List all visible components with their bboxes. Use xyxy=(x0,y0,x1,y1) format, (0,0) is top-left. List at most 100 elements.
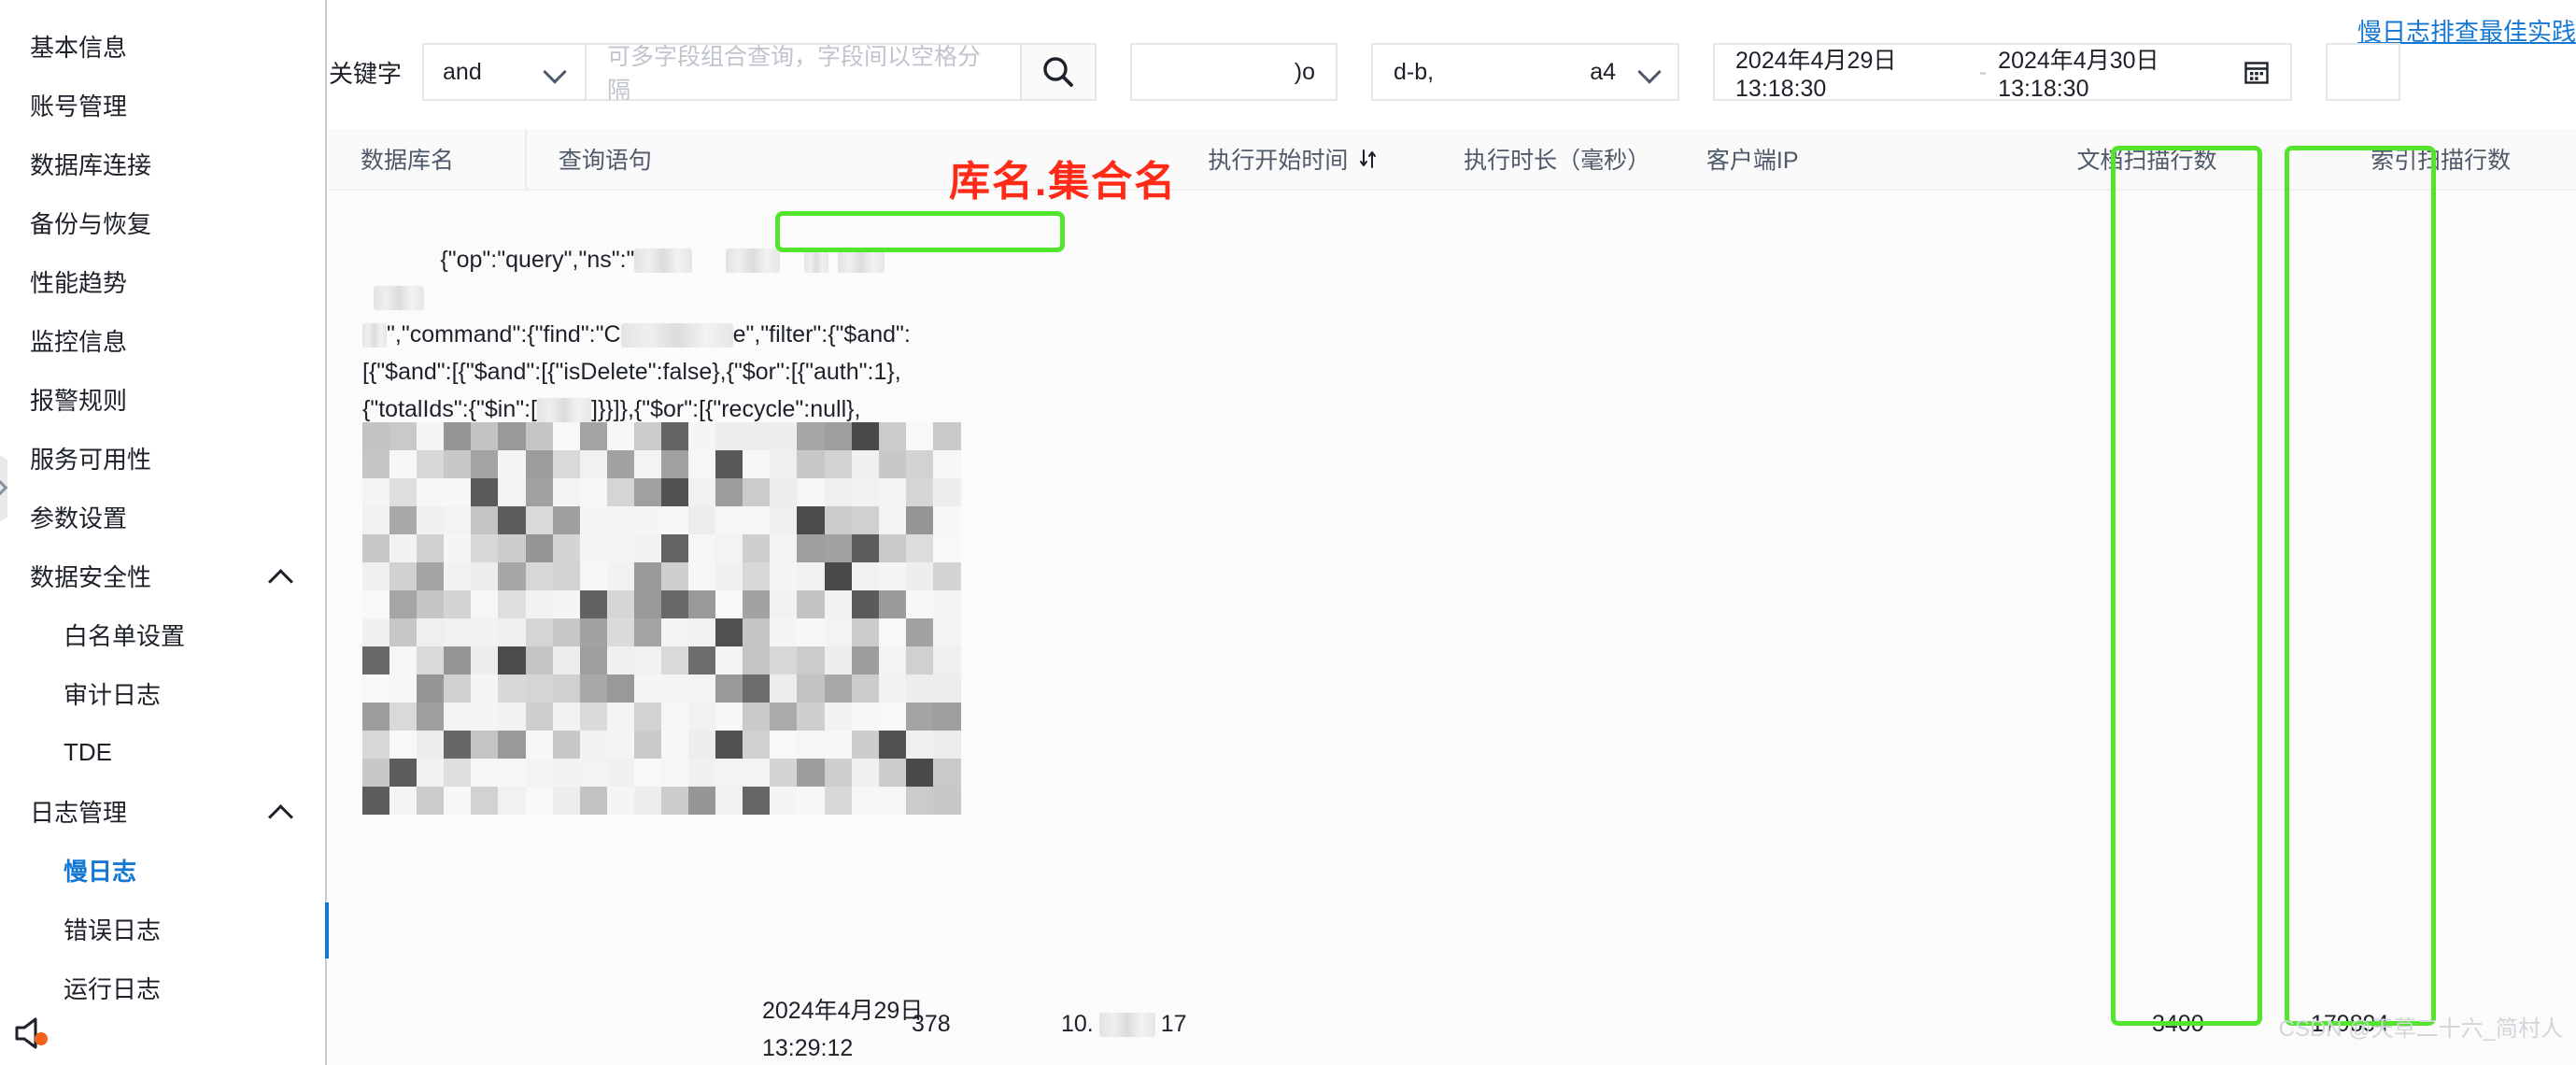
mosaic-tile xyxy=(932,759,961,787)
sidebar-item-account-management[interactable]: 账号管理 xyxy=(0,76,325,135)
sidebar-item-slow-log[interactable]: 慢日志 xyxy=(0,841,325,900)
mosaic-tile xyxy=(606,422,635,450)
mosaic-tile xyxy=(824,590,853,618)
instance-select[interactable]: d-b, a4 xyxy=(1371,43,1680,101)
mosaic-tile xyxy=(444,703,473,731)
mosaic-tile xyxy=(932,506,961,534)
mosaic-tile xyxy=(797,731,826,759)
column-header-database-name[interactable]: 数据库名 xyxy=(329,129,525,189)
mosaic-tile xyxy=(661,450,689,478)
sidebar-item-label: TDE xyxy=(64,738,112,766)
speaker-icon[interactable] xyxy=(13,1015,52,1052)
mosaic-tile xyxy=(851,450,880,478)
column-header-index-scanned[interactable]: 索引扫描行数 xyxy=(2305,129,2576,189)
mosaic-tile xyxy=(444,478,473,506)
mosaic-tile xyxy=(688,534,717,562)
mosaic-tile xyxy=(905,422,934,450)
date-range-picker[interactable]: 2024年4月29日 13:18:30 - 2024年4月30日 13:18:3… xyxy=(1713,43,2293,102)
mosaic-tile xyxy=(389,618,418,646)
instance-value-left: d-b, xyxy=(1394,58,1435,85)
mosaic-tile xyxy=(389,590,418,618)
mosaic-tile xyxy=(498,478,527,506)
mosaic-tile xyxy=(606,590,635,618)
column-header-duration[interactable]: 执行时长（毫秒） xyxy=(1464,129,1680,189)
sidebar-item-error-log[interactable]: 错误日志 xyxy=(0,900,325,958)
mosaic-tile xyxy=(471,703,500,731)
mosaic-tile xyxy=(824,450,853,478)
mosaic-tile xyxy=(661,422,689,450)
sidebar-item-tde[interactable]: TDE xyxy=(0,723,325,782)
node-filter-select[interactable]: )o xyxy=(1130,43,1338,101)
column-header-docs-scanned[interactable]: 文档扫描行数 xyxy=(1989,129,2306,189)
mosaic-tile xyxy=(362,478,390,506)
mosaic-tile xyxy=(688,562,717,590)
column-header-query-statement[interactable]: 查询语句 xyxy=(524,129,960,189)
mosaic-tile xyxy=(389,646,418,674)
main-content: 慢日志排查最佳实践 关键字 and 可多字段组合查询，字段间以空格分隔 )o d… xyxy=(329,0,2576,1065)
mosaic-tile xyxy=(824,562,853,590)
mosaic-tile xyxy=(905,787,934,815)
sort-icon[interactable] xyxy=(1359,148,1378,170)
sidebar-item-label: 备份与恢复 xyxy=(30,210,152,238)
sidebar-item-parameter-settings[interactable]: 参数设置 xyxy=(0,488,325,547)
mosaic-tile xyxy=(444,787,473,815)
sidebar-item-monitoring-info[interactable]: 监控信息 xyxy=(0,311,325,370)
mosaic-tile xyxy=(770,422,799,450)
sidebar-item-alarm-rules[interactable]: 报警规则 xyxy=(0,370,325,429)
mosaic-tile xyxy=(743,731,771,759)
sidebar-item-performance-trend[interactable]: 性能趋势 xyxy=(0,252,325,311)
mosaic-tile xyxy=(389,534,418,562)
mosaic-tile xyxy=(743,590,771,618)
mosaic-tile xyxy=(444,618,473,646)
mosaic-tile xyxy=(797,562,826,590)
mosaic-tile xyxy=(389,506,418,534)
mosaic-tile xyxy=(498,646,527,674)
search-button[interactable] xyxy=(1022,43,1097,101)
mosaic-tile xyxy=(498,731,527,759)
client-ip-prefix: 10. xyxy=(1061,1011,1094,1037)
mosaic-tile xyxy=(525,478,554,506)
mosaic-tile xyxy=(824,703,853,731)
sidebar-item-backup-restore[interactable]: 备份与恢复 xyxy=(0,193,325,252)
sidebar-group-data-security[interactable]: 数据安全性 xyxy=(0,547,325,605)
sidebar-item-basic-info[interactable]: 基本信息 xyxy=(0,17,325,76)
sidebar-collapse-handle[interactable] xyxy=(0,448,7,529)
mosaic-tile xyxy=(743,506,771,534)
mosaic-tile xyxy=(362,562,390,590)
mosaic-tile xyxy=(878,618,907,646)
mosaic-tile xyxy=(498,590,527,618)
mosaic-tile xyxy=(606,646,635,674)
mosaic-tile xyxy=(525,422,554,450)
mosaic-tile xyxy=(633,787,662,815)
logic-operator-select[interactable]: and xyxy=(422,43,587,101)
mosaic-tile xyxy=(606,731,635,759)
mosaic-tile xyxy=(417,618,446,646)
sidebar-item-label: 数据库连接 xyxy=(30,151,152,179)
sidebar-item-database-connection[interactable]: 数据库连接 xyxy=(0,135,325,193)
sidebar-item-label: 审计日志 xyxy=(64,681,162,709)
mosaic-tile xyxy=(606,618,635,646)
mosaic-tile xyxy=(471,534,500,562)
sidebar-item-whitelist-settings[interactable]: 白名单设置 xyxy=(0,605,325,664)
mosaic-tile xyxy=(362,674,390,703)
mosaic-tile xyxy=(715,759,744,787)
mosaic-tile xyxy=(417,506,446,534)
sidebar-item-audit-log[interactable]: 审计日志 xyxy=(0,664,325,723)
mosaic-tile xyxy=(688,674,717,703)
mosaic-tile xyxy=(905,478,934,506)
keyword-input[interactable]: 可多字段组合查询，字段间以空格分隔 xyxy=(587,43,1023,104)
mosaic-tile xyxy=(905,590,934,618)
sidebar-item-service-availability[interactable]: 服务可用性 xyxy=(0,429,325,488)
mosaic-tile xyxy=(633,478,662,506)
mosaic-tile xyxy=(851,674,880,703)
sidebar-group-log-management[interactable]: 日志管理 xyxy=(0,782,325,841)
toolbar-overflow-button[interactable] xyxy=(2326,43,2401,101)
column-header-client-ip[interactable]: 客户端IP xyxy=(1680,129,1989,189)
cell-duration: 378 xyxy=(912,1011,951,1037)
mosaic-tile xyxy=(579,450,608,478)
mosaic-tile xyxy=(770,759,799,787)
mosaic-tile xyxy=(661,787,689,815)
sidebar-item-running-log[interactable]: 运行日志 xyxy=(0,958,325,1017)
annotation-red-note: 库名.集合名 xyxy=(949,159,1178,205)
mosaic-tile xyxy=(797,703,826,731)
